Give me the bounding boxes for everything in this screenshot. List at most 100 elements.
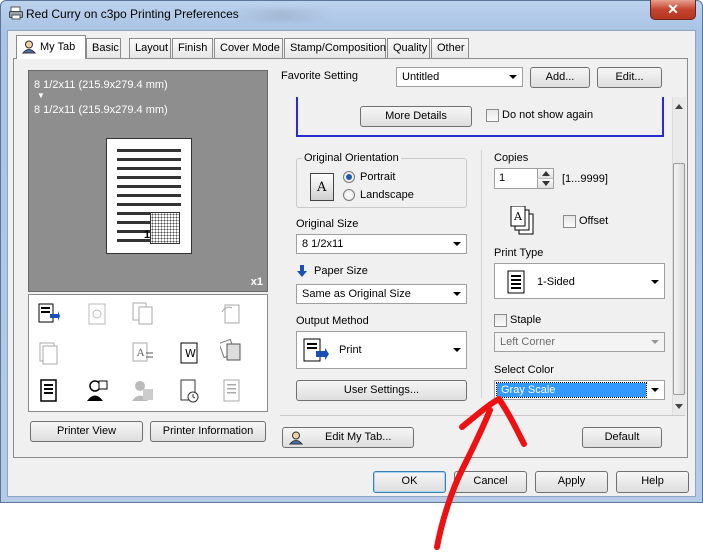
portrait-page-icon: A xyxy=(310,173,334,201)
user-auth-icon[interactable] xyxy=(86,379,108,403)
tray-paper-icon[interactable] xyxy=(220,338,242,362)
staple-position-value: Left Corner xyxy=(500,336,556,348)
chevron-down-icon xyxy=(453,242,461,246)
edit-my-tab-label: Edit My Tab... xyxy=(325,431,392,443)
favorite-setting-label: Favorite Setting xyxy=(281,70,359,82)
scrollbar-thumb[interactable] xyxy=(673,163,685,395)
select-color-value: Gray Scale xyxy=(501,384,556,396)
tab-label: My Tab xyxy=(40,41,76,53)
output-method-value: Print xyxy=(339,344,362,356)
stamp-inset xyxy=(150,212,180,244)
staple-checkbox[interactable] xyxy=(494,314,507,327)
tab-stamp-composition[interactable]: Stamp/Composition xyxy=(284,38,386,58)
svg-text:A: A xyxy=(513,210,523,223)
schedule-print-icon[interactable] xyxy=(178,379,200,403)
close-button[interactable]: ✕ xyxy=(650,0,696,20)
print-type-select[interactable]: 1-Sided xyxy=(494,263,665,299)
chevron-up-icon xyxy=(542,171,550,176)
text-line xyxy=(117,176,181,179)
tab-cover-mode[interactable]: Cover Mode xyxy=(214,38,283,58)
person-icon xyxy=(22,40,36,54)
list-document-icon[interactable] xyxy=(220,379,242,403)
offset-stack-icon: A xyxy=(510,206,534,235)
window-title: Red Curry on c3po Printing Preferences xyxy=(26,7,239,21)
help-button[interactable]: Help xyxy=(616,471,689,493)
arrow-down-icon xyxy=(297,265,307,277)
chevron-down-icon xyxy=(453,292,461,296)
cancel-button[interactable]: Cancel xyxy=(454,471,527,493)
tab-finish[interactable]: Finish xyxy=(172,38,213,58)
booklet-icon[interactable] xyxy=(38,341,60,365)
offset-label: Offset xyxy=(579,215,609,227)
select-color-label: Select Color xyxy=(494,364,554,376)
add-favorite-button[interactable]: Add... xyxy=(530,67,590,88)
portrait-label: Portrait xyxy=(360,171,396,183)
original-size-select[interactable]: 8 1/2x11 xyxy=(296,234,467,254)
more-details-button[interactable]: More Details xyxy=(360,106,472,127)
copies-badge: x1 xyxy=(250,276,263,288)
chevron-down-icon xyxy=(651,280,659,284)
paper-size-select[interactable]: Same as Original Size xyxy=(296,284,467,304)
favorite-setting-select[interactable]: Untitled xyxy=(396,67,523,87)
print-output-icon xyxy=(303,338,329,362)
tab-other[interactable]: Other xyxy=(431,38,469,58)
rotate-page-icon[interactable] xyxy=(220,302,242,326)
tab-quality[interactable]: Quality xyxy=(387,38,430,58)
portrait-radio[interactable] xyxy=(343,171,355,183)
edit-my-tab-button[interactable]: Edit My Tab... xyxy=(282,427,414,448)
n-up-layout-icon[interactable] xyxy=(86,302,108,326)
text-line xyxy=(117,167,181,170)
svg-text:A: A xyxy=(136,348,145,359)
chevron-down-icon xyxy=(453,348,461,352)
output-method-label: Output Method xyxy=(296,315,369,327)
edit-favorite-button[interactable]: Edit... xyxy=(597,67,662,88)
printer-app-icon xyxy=(9,6,23,20)
watermark-icon[interactable]: W xyxy=(178,341,200,365)
document-icon[interactable] xyxy=(38,379,60,403)
ok-button[interactable]: OK xyxy=(373,471,446,493)
notice-box xyxy=(296,97,664,137)
text-line xyxy=(117,194,181,197)
do-not-show-again-label: Do not show again xyxy=(502,109,594,121)
apply-button[interactable]: Apply xyxy=(535,471,608,493)
text-line xyxy=(117,212,151,215)
tab-my-tab[interactable]: My Tab xyxy=(16,35,86,59)
copies-range-label: [1...9999] xyxy=(562,173,608,185)
chevron-down-icon xyxy=(651,388,659,392)
svg-text:W: W xyxy=(185,347,196,360)
size-arrow-icon: ▼ xyxy=(37,91,45,100)
tab-layout[interactable]: Layout xyxy=(129,38,171,58)
printer-information-button[interactable]: Printer Information xyxy=(150,421,266,442)
paper-size-label: Paper Size xyxy=(314,265,368,277)
account-track-icon[interactable] xyxy=(132,379,154,403)
title-blur-region xyxy=(232,9,332,21)
printer-view-button[interactable]: Printer View xyxy=(30,421,143,442)
landscape-radio[interactable] xyxy=(343,189,355,201)
letter-a-icon[interactable]: A xyxy=(132,341,154,365)
paper-size-value: Same as Original Size xyxy=(302,288,411,300)
chevron-down-icon xyxy=(651,340,659,344)
output-method-select[interactable]: Print xyxy=(296,331,467,369)
text-line xyxy=(117,149,181,152)
select-color-select[interactable]: Gray Scale xyxy=(494,380,665,400)
user-settings-button[interactable]: User Settings... xyxy=(296,380,467,401)
copies-decrement-button[interactable] xyxy=(537,178,553,188)
original-orientation-label: Original Orientation xyxy=(302,152,401,164)
one-sided-page-icon xyxy=(507,270,525,294)
staple-position-select[interactable]: Left Corner xyxy=(494,332,665,352)
scroll-down-icon[interactable] xyxy=(675,404,683,410)
output-print-icon[interactable] xyxy=(38,302,60,326)
offset-checkbox[interactable] xyxy=(563,215,576,228)
copies-label: Copies xyxy=(494,152,529,164)
text-line xyxy=(117,158,181,161)
text-line xyxy=(117,221,151,224)
duplex-pages-icon[interactable] xyxy=(132,302,154,326)
do-not-show-again-checkbox[interactable] xyxy=(486,109,499,122)
print-type-label: Print Type xyxy=(494,247,544,259)
tab-basic[interactable]: Basic xyxy=(86,38,121,58)
scroll-up-icon[interactable] xyxy=(675,103,683,109)
default-button[interactable]: Default xyxy=(582,427,662,448)
copies-increment-button[interactable] xyxy=(537,169,553,178)
bottom-separator xyxy=(280,415,685,416)
chevron-down-icon xyxy=(542,181,550,186)
